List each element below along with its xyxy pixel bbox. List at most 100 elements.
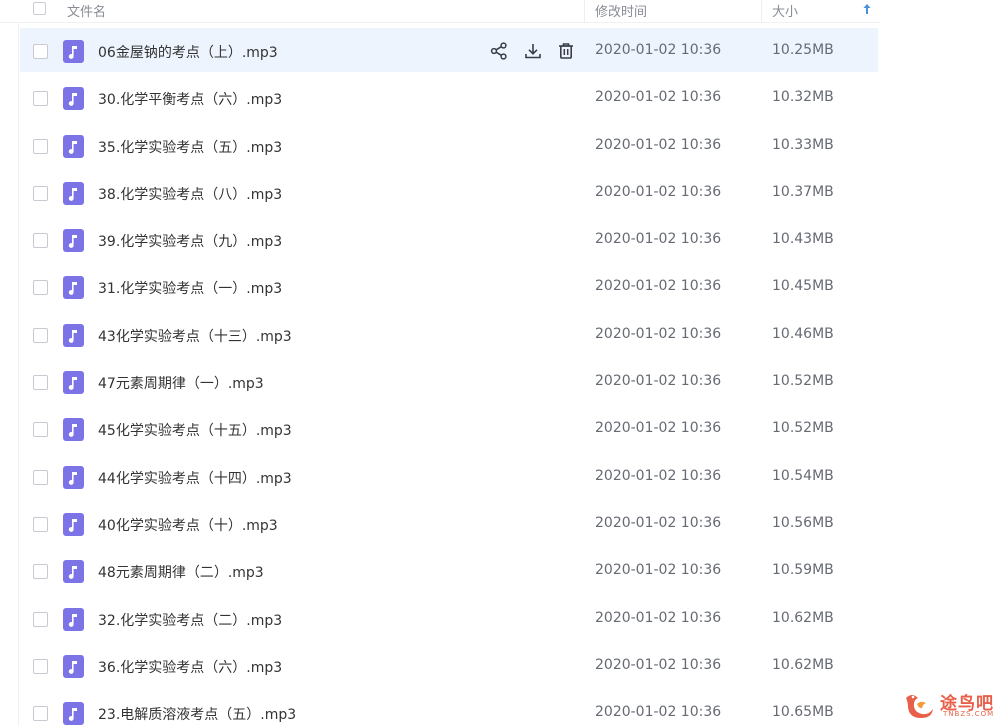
file-size: 10.52MB: [772, 420, 834, 437]
file-size: 10.45MB: [772, 278, 834, 295]
row-checkbox[interactable]: [33, 706, 48, 722]
file-name[interactable]: 23.电解质溶液考点（五）.mp3: [98, 704, 296, 724]
file-list: 06金屋钠的考点（上）.mp3 2020-01-02 10:36 10.25MB 30…: [0, 28, 880, 726]
row-checkbox[interactable]: [33, 375, 48, 391]
file-modified-time: 2020-01-02 10:36: [595, 325, 722, 342]
watermark-subtext: TNBZS.COM: [943, 710, 995, 718]
music-file-icon: [63, 607, 84, 631]
file-row[interactable]: 31.化学实验考点（一）.mp3 2020-01-02 10:36 10.45MB: [0, 264, 880, 311]
file-row[interactable]: 45化学实验考点（十五）.mp3 2020-01-02 10:36 10.52MB: [0, 406, 880, 453]
file-modified-time: 2020-01-02 10:36: [595, 467, 722, 484]
download-icon[interactable]: [523, 41, 543, 61]
file-row[interactable]: 23.电解质溶液考点（五）.mp3 2020-01-02 10:36 10.65MB: [0, 690, 880, 726]
watermark: 途鸟吧 TNBZS.COM: [903, 688, 998, 724]
file-list-page: 文件名 修改时间 大小 06金屋钠的考点（上）.mp3 2020-01-02 10…: [0, 0, 1000, 726]
file-size: 10.54MB: [772, 467, 834, 484]
music-file-icon: [63, 229, 84, 253]
file-row[interactable]: 48元素周期律（二）.mp3 2020-01-02 10:36 10.59MB: [0, 548, 880, 595]
file-row[interactable]: 39.化学实验考点（九）.mp3 2020-01-02 10:36 10.43MB: [0, 217, 880, 264]
file-size: 10.62MB: [772, 609, 834, 626]
file-modified-time: 2020-01-02 10:36: [595, 704, 722, 721]
row-checkbox[interactable]: [33, 611, 48, 627]
file-row[interactable]: 44化学实验考点（十四）.mp3 2020-01-02 10:36 10.54MB: [0, 454, 880, 501]
row-checkbox[interactable]: [33, 516, 48, 532]
bird-logo-icon: [906, 695, 933, 718]
music-file-icon: [63, 134, 84, 158]
file-size: 10.37MB: [772, 183, 834, 200]
sort-ascending-arrow-icon[interactable]: [862, 3, 872, 15]
file-size: 10.25MB: [772, 42, 834, 58]
file-name[interactable]: 30.化学平衡考点（六）.mp3: [98, 89, 282, 109]
file-row[interactable]: 47元素周期律（一）.mp3 2020-01-02 10:36 10.52MB: [0, 359, 880, 406]
music-file-icon: [63, 40, 84, 63]
music-file-icon: [63, 87, 84, 111]
file-modified-time: 2020-01-02 10:36: [595, 562, 722, 579]
music-file-icon: [63, 465, 84, 489]
share-icon[interactable]: [489, 41, 509, 61]
file-modified-time: 2020-01-02 10:36: [595, 420, 722, 437]
music-file-icon: [63, 418, 84, 442]
music-file-icon: [63, 702, 84, 726]
file-size: 10.33MB: [772, 136, 834, 153]
file-name[interactable]: 35.化学实验考点（五）.mp3: [98, 137, 282, 157]
file-modified-time: 2020-01-02 10:36: [595, 42, 722, 58]
row-checkbox[interactable]: [33, 422, 48, 438]
column-header-name[interactable]: 文件名: [67, 1, 106, 20]
row-checkbox[interactable]: [33, 658, 48, 674]
column-divider[interactable]: [761, 0, 762, 22]
file-name[interactable]: 38.化学实验考点（八）.mp3: [98, 184, 282, 204]
file-size: 10.59MB: [772, 562, 834, 579]
row-checkbox[interactable]: [33, 564, 48, 580]
file-row[interactable]: 06金屋钠的考点（上）.mp3 2020-01-02 10:36 10.25MB: [0, 28, 880, 75]
row-checkbox[interactable]: [33, 185, 48, 201]
file-name[interactable]: 32.化学实验考点（二）.mp3: [98, 610, 282, 630]
delete-icon[interactable]: [556, 41, 576, 61]
file-row[interactable]: 43化学实验考点（十三）.mp3 2020-01-02 10:36 10.46MB: [0, 312, 880, 359]
file-name[interactable]: 47元素周期律（一）.mp3: [98, 373, 264, 393]
file-name[interactable]: 44化学实验考点（十四）.mp3: [98, 468, 292, 488]
file-modified-time: 2020-01-02 10:36: [595, 373, 722, 390]
music-file-icon: [63, 654, 84, 678]
row-checkbox[interactable]: [33, 44, 48, 59]
column-header-size[interactable]: 大小: [772, 1, 798, 20]
column-divider[interactable]: [584, 0, 585, 22]
music-file-icon: [63, 181, 84, 205]
file-row[interactable]: 35.化学实验考点（五）.mp3 2020-01-02 10:36 10.33MB: [0, 123, 880, 170]
file-name[interactable]: 45化学实验考点（十五）.mp3: [98, 420, 292, 440]
file-name[interactable]: 39.化学实验考点（九）.mp3: [98, 231, 282, 251]
file-size: 10.32MB: [772, 89, 834, 106]
file-size: 10.46MB: [772, 325, 834, 342]
file-modified-time: 2020-01-02 10:36: [595, 89, 722, 106]
file-row[interactable]: 36.化学实验考点（六）.mp3 2020-01-02 10:36 10.62MB: [0, 643, 880, 690]
row-checkbox[interactable]: [33, 233, 48, 249]
file-row[interactable]: 40化学实验考点（十）.mp3 2020-01-02 10:36 10.56MB: [0, 501, 880, 548]
row-checkbox[interactable]: [33, 327, 48, 343]
file-row[interactable]: 32.化学实验考点（二）.mp3 2020-01-02 10:36 10.62MB: [0, 596, 880, 643]
row-checkbox[interactable]: [33, 91, 48, 107]
music-file-icon: [63, 512, 84, 536]
file-name[interactable]: 43化学实验考点（十三）.mp3: [98, 326, 292, 346]
file-size: 10.43MB: [772, 231, 834, 248]
file-list-header: 文件名 修改时间 大小: [0, 0, 880, 23]
file-row[interactable]: 30.化学平衡考点（六）.mp3 2020-01-02 10:36 10.32MB: [0, 75, 880, 122]
file-size: 10.65MB: [772, 704, 834, 721]
row-checkbox[interactable]: [33, 469, 48, 485]
row-checkbox[interactable]: [33, 280, 48, 296]
file-name[interactable]: 31.化学实验考点（一）.mp3: [98, 278, 282, 298]
music-file-icon: [63, 371, 84, 395]
select-all-checkbox[interactable]: [33, 2, 46, 15]
file-name[interactable]: 06金屋钠的考点（上）.mp3: [98, 42, 278, 62]
file-modified-time: 2020-01-02 10:36: [595, 609, 722, 626]
file-modified-time: 2020-01-02 10:36: [595, 278, 722, 295]
file-modified-time: 2020-01-02 10:36: [595, 183, 722, 200]
file-size: 10.62MB: [772, 656, 834, 673]
file-name[interactable]: 40化学实验考点（十）.mp3: [98, 515, 278, 535]
file-modified-time: 2020-01-02 10:36: [595, 231, 722, 248]
file-row[interactable]: 38.化学实验考点（八）.mp3 2020-01-02 10:36 10.37MB: [0, 170, 880, 217]
music-file-icon: [63, 323, 84, 347]
column-header-modified[interactable]: 修改时间: [595, 1, 647, 20]
file-name[interactable]: 48元素周期律（二）.mp3: [98, 562, 264, 582]
file-name[interactable]: 36.化学实验考点（六）.mp3: [98, 657, 282, 677]
file-modified-time: 2020-01-02 10:36: [595, 656, 722, 673]
row-checkbox[interactable]: [33, 138, 48, 154]
